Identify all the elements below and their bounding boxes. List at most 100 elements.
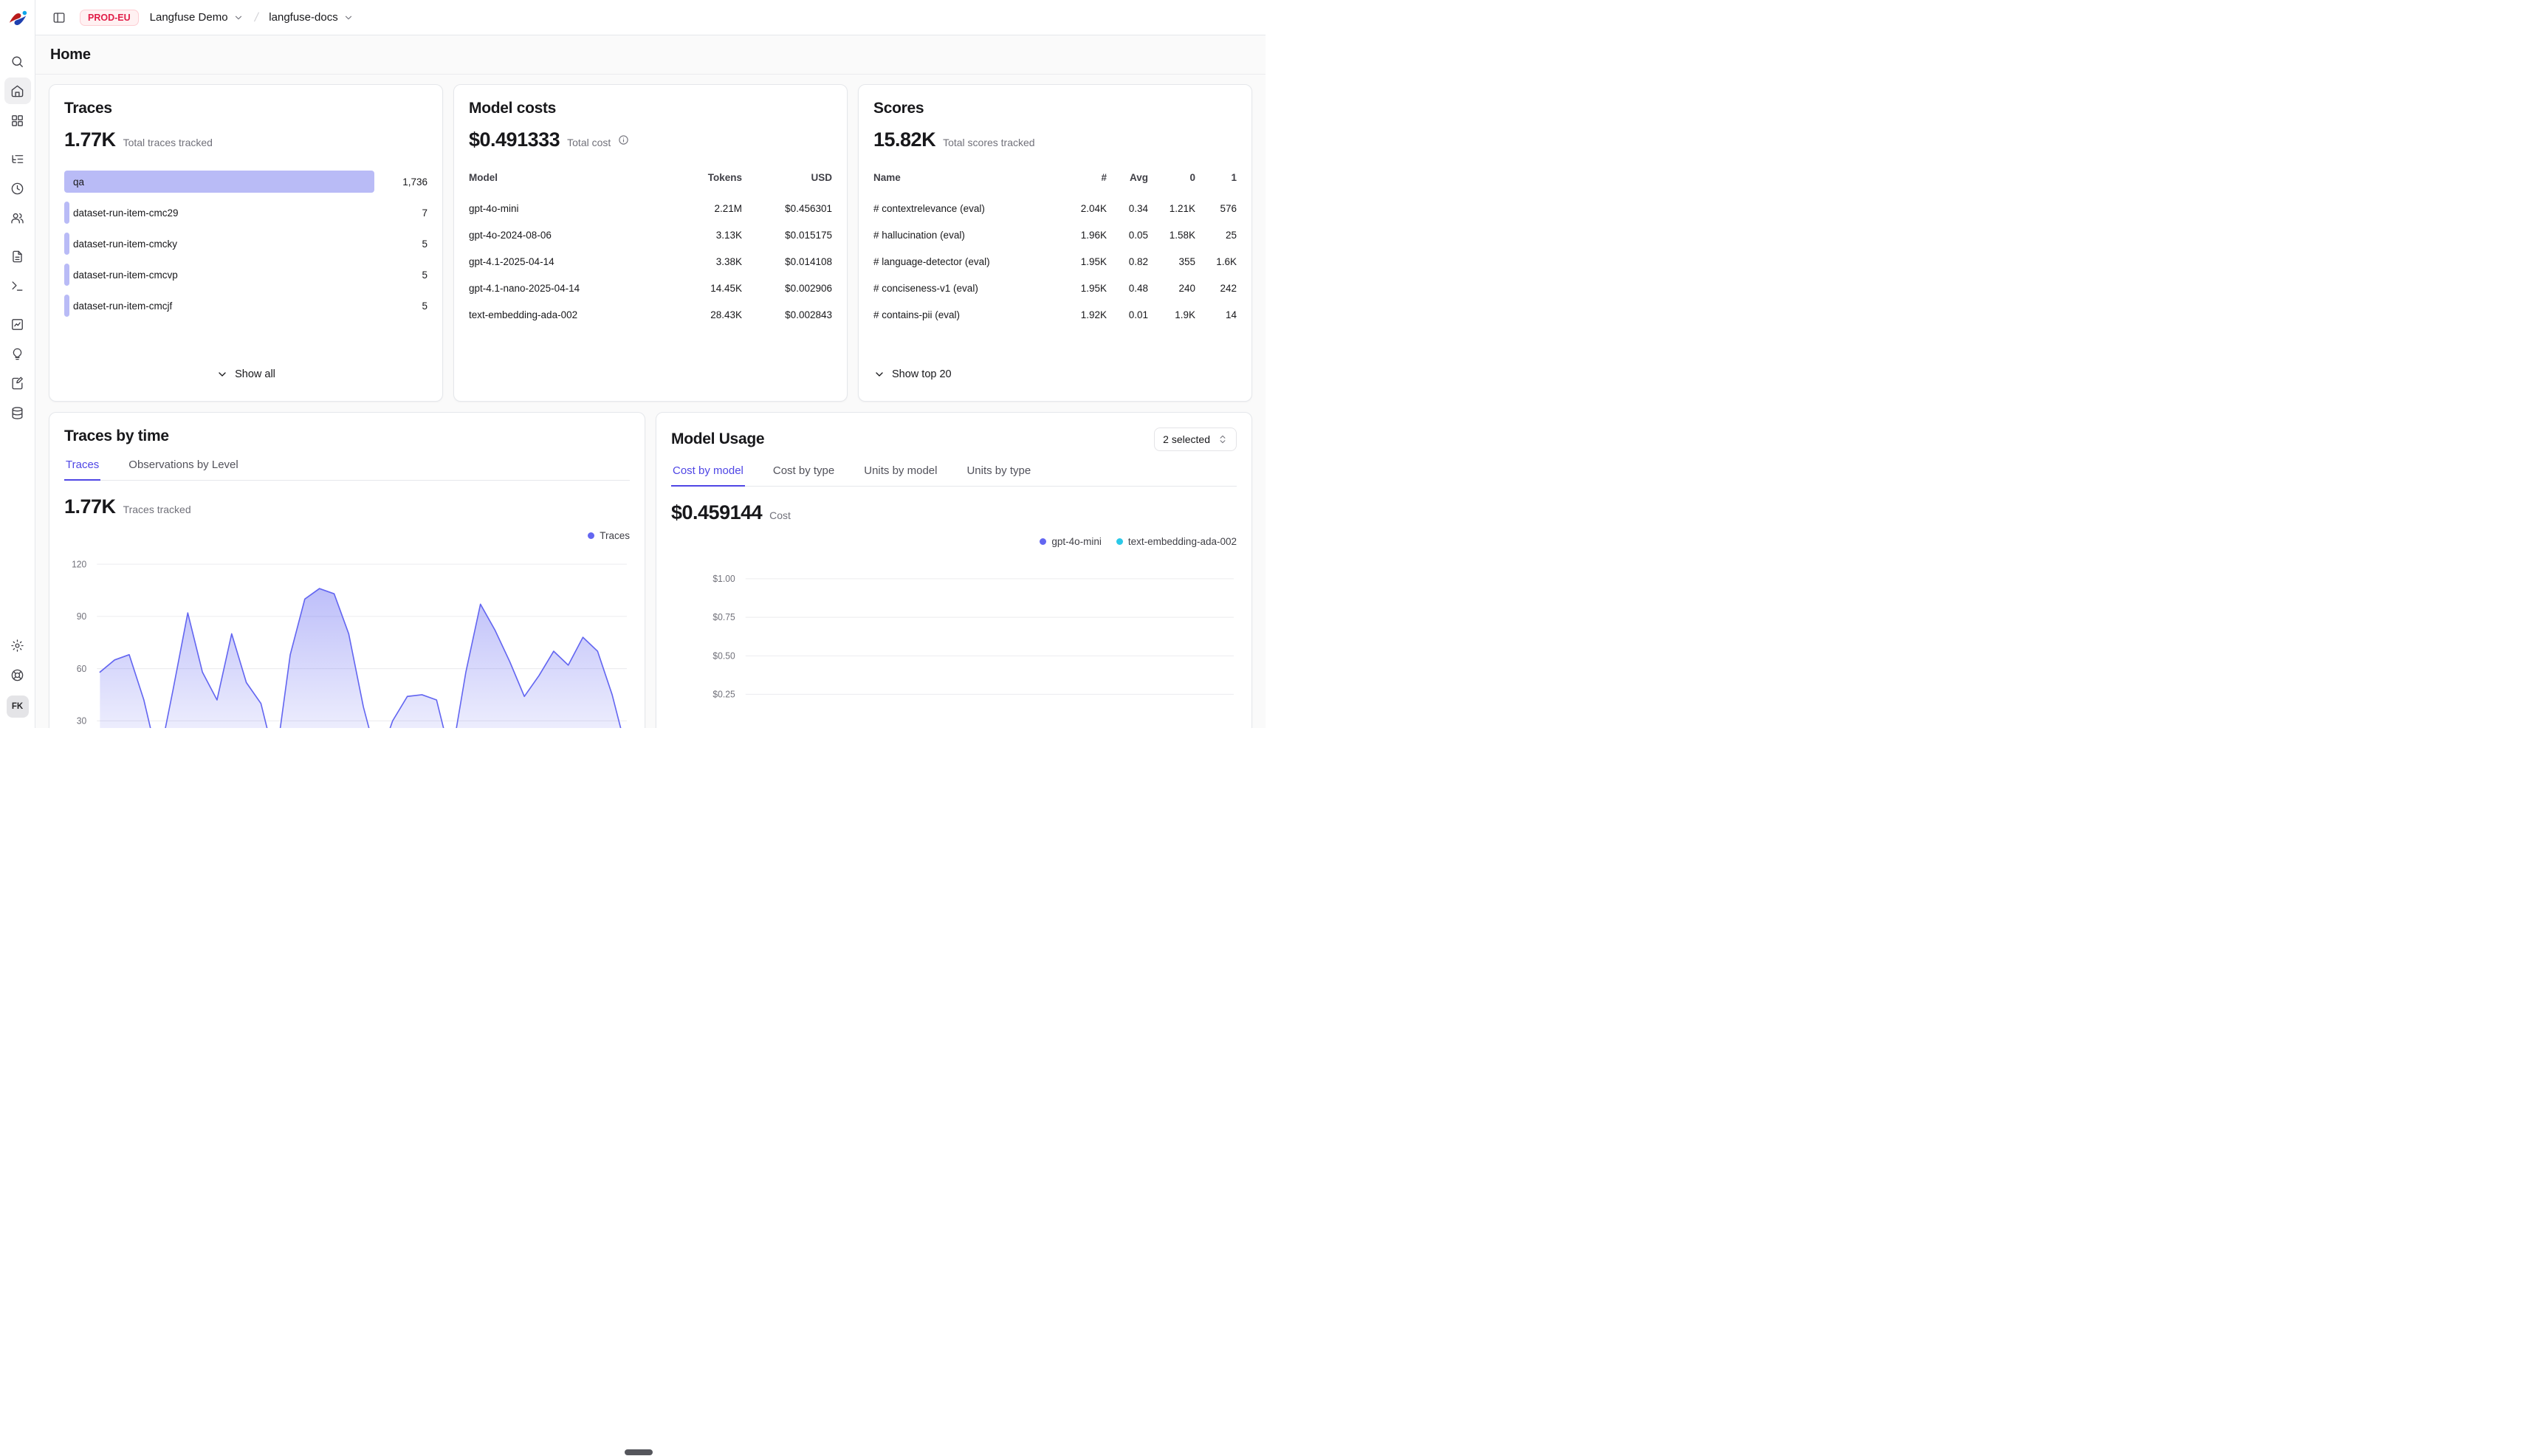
col-tokens: Tokens xyxy=(659,168,742,195)
score-avg: 0.05 xyxy=(1107,222,1148,248)
organization-switcher[interactable]: Langfuse Demo xyxy=(145,7,249,27)
svg-text:30: 30 xyxy=(77,715,87,726)
model-select-dropdown[interactable]: 2 selected xyxy=(1154,427,1237,451)
grid-icon xyxy=(10,114,24,128)
show-all-button[interactable]: Show all xyxy=(209,363,283,386)
search-icon xyxy=(10,55,24,69)
svg-text:$1.00: $1.00 xyxy=(712,574,735,584)
traces-card-title: Traces xyxy=(64,100,427,117)
langfuse-logo-icon xyxy=(7,8,29,30)
model-select-value: 2 selected xyxy=(1163,433,1210,445)
sidebar-item-dashboards[interactable] xyxy=(4,107,31,134)
sidebar-item-llm-judge[interactable] xyxy=(4,340,31,367)
score-zero: 1.58K xyxy=(1148,222,1195,248)
chevron-down-icon xyxy=(216,368,228,380)
tab-units-by-type[interactable]: Units by type xyxy=(965,463,1032,486)
sidebar-item-home[interactable] xyxy=(4,78,31,104)
score-name: # language-detector (eval) xyxy=(873,248,1060,275)
support-button[interactable] xyxy=(4,662,31,688)
score-count: 2.04K xyxy=(1060,195,1107,222)
model-costs-card: Model costs $0.491333 Total cost Model T… xyxy=(453,84,848,402)
project-switcher[interactable]: langfuse-docs xyxy=(264,7,358,27)
score-name: # contextrelevance (eval) xyxy=(873,195,1060,222)
col-name: Name xyxy=(873,168,1060,195)
legend-item-gpt-4o-mini[interactable]: gpt-4o-mini xyxy=(1040,536,1102,547)
tab-units-by-model[interactable]: Units by model xyxy=(862,463,938,486)
score-avg: 0.48 xyxy=(1107,275,1148,301)
user-avatar[interactable]: FK xyxy=(7,696,29,718)
settings-button[interactable] xyxy=(4,632,31,659)
trace-row[interactable]: dataset-run-item-cmc29 7 xyxy=(64,202,427,224)
sidebar-group-main xyxy=(4,48,31,134)
tab-traces[interactable]: Traces xyxy=(64,457,100,480)
tab-cost-by-model[interactable]: Cost by model xyxy=(671,463,745,486)
sidebar-item-tracing[interactable] xyxy=(4,145,31,172)
sidebar-item-prompts[interactable] xyxy=(4,243,31,269)
trace-row[interactable]: qa 1,736 xyxy=(64,171,427,193)
sidebar-item-evaluation[interactable] xyxy=(4,311,31,337)
model-tokens: 3.13K xyxy=(659,222,742,248)
langfuse-logo[interactable] xyxy=(7,8,29,30)
chevron-down-icon xyxy=(343,13,354,23)
page-title: Home xyxy=(50,47,1251,63)
trace-row[interactable]: dataset-run-item-cmcjf 5 xyxy=(64,295,427,317)
file-text-icon xyxy=(10,250,24,264)
sidebar-item-datasets[interactable] xyxy=(4,399,31,426)
score-row: # hallucination (eval) 1.96K 0.05 1.58K … xyxy=(873,222,1237,248)
traces-chart-legend: Traces xyxy=(64,530,630,541)
score-avg: 0.34 xyxy=(1107,195,1148,222)
model-cost-row: text-embedding-ada-002 28.43K $0.002843 xyxy=(469,301,832,328)
info-icon[interactable] xyxy=(618,134,629,145)
trace-row[interactable]: dataset-run-item-cmcvp 5 xyxy=(64,264,427,286)
model-cost-row: gpt-4.1-2025-04-14 3.38K $0.014108 xyxy=(469,248,832,275)
scores-card: Scores 15.82K Total scores tracked Name … xyxy=(858,84,1252,402)
legend-label: Traces xyxy=(600,530,630,541)
traces-metric: 1.77K xyxy=(64,128,116,151)
sidebar-group-evaluation xyxy=(4,311,31,426)
organization-name: Langfuse Demo xyxy=(150,11,228,24)
sidebar-item-search[interactable] xyxy=(4,48,31,75)
model-costs-title: Model costs xyxy=(469,100,832,117)
traces-area-chart: 120906030 xyxy=(64,552,630,728)
tab-cost-by-type[interactable]: Cost by type xyxy=(772,463,836,486)
model-usd: $0.015175 xyxy=(742,222,832,248)
model-name: gpt-4.1-2025-04-14 xyxy=(469,248,659,275)
scores-header-row: Name # Avg 0 1 xyxy=(873,168,1237,195)
col-usd: USD xyxy=(742,168,832,195)
topbar: PROD-EU Langfuse Demo / langfuse-docs xyxy=(35,0,1266,35)
trace-row-label: dataset-run-item-cmcjf xyxy=(64,301,172,312)
model-usage-title: Model Usage xyxy=(671,430,764,448)
legend-item-traces[interactable]: Traces xyxy=(588,530,630,541)
sidebar-item-playground[interactable] xyxy=(4,272,31,299)
legend-item-text-embedding-ada-002[interactable]: text-embedding-ada-002 xyxy=(1116,536,1237,547)
tab-observations-by-level[interactable]: Observations by Level xyxy=(127,457,239,480)
svg-text:$0.25: $0.25 xyxy=(712,689,735,699)
trace-row[interactable]: dataset-run-item-cmcky 5 xyxy=(64,233,427,255)
model-usd: $0.014108 xyxy=(742,248,832,275)
show-all-label: Show all xyxy=(235,368,275,380)
svg-text:60: 60 xyxy=(77,664,87,674)
sidebar-item-annotation[interactable] xyxy=(4,370,31,396)
score-zero: 240 xyxy=(1148,275,1195,301)
trace-row-value: 5 xyxy=(396,269,427,281)
trace-row-label: dataset-run-item-cmcky xyxy=(64,238,177,250)
model-costs-metric: $0.491333 xyxy=(469,128,560,151)
scores-metric: 15.82K xyxy=(873,128,935,151)
clock-icon xyxy=(10,182,24,196)
show-top-20-button[interactable]: Show top 20 xyxy=(866,363,959,386)
sidebar-toggle-button[interactable] xyxy=(47,6,71,30)
usage-line-chart: $1.00$0.75$0.50$0.25 xyxy=(671,563,1237,728)
traces-by-time-card: Traces by time Traces Observations by Le… xyxy=(49,412,645,728)
model-tokens: 2.21M xyxy=(659,195,742,222)
sidebar-item-users[interactable] xyxy=(4,205,31,231)
horizontal-scrollbar-thumb[interactable] xyxy=(625,1449,653,1455)
scores-title: Scores xyxy=(873,100,1237,117)
score-one: 14 xyxy=(1195,301,1237,328)
model-tokens: 28.43K xyxy=(659,301,742,328)
sidebar-item-sessions[interactable] xyxy=(4,175,31,202)
lifebuoy-icon xyxy=(10,668,24,682)
project-name: langfuse-docs xyxy=(269,11,337,24)
score-row: # contextrelevance (eval) 2.04K 0.34 1.2… xyxy=(873,195,1237,222)
chevron-down-icon xyxy=(873,368,885,380)
model-name: gpt-4o-2024-08-06 xyxy=(469,222,659,248)
